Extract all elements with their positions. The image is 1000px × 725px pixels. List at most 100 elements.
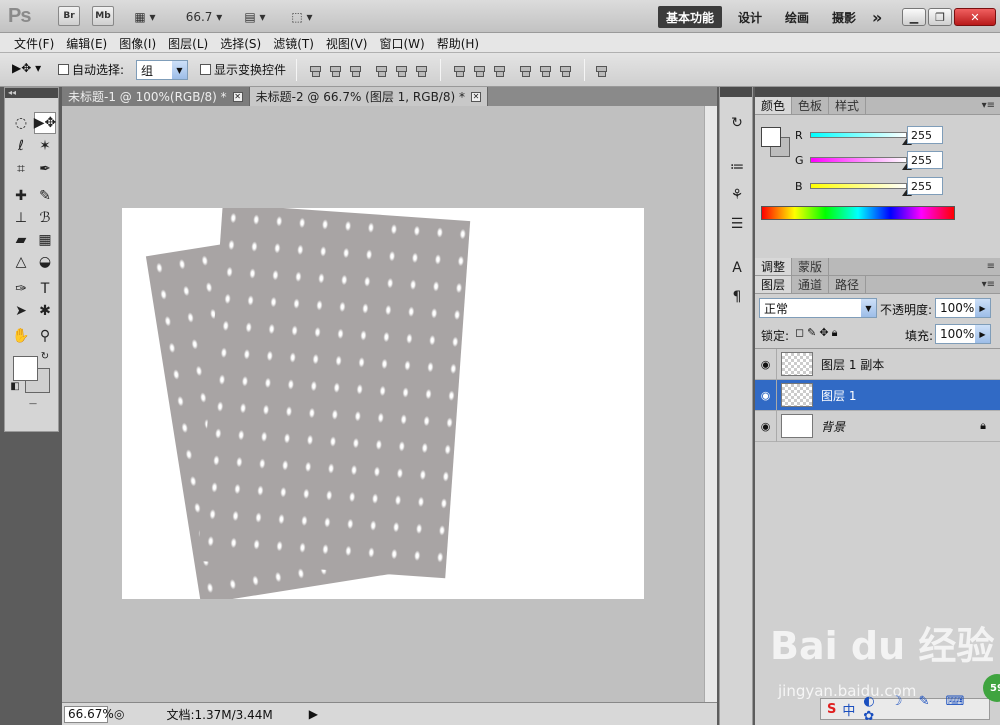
distribute-vcenter-icon[interactable]	[472, 63, 486, 77]
menu-edit[interactable]: 编辑(E)	[62, 33, 115, 52]
pen-tool-icon[interactable]: ✑	[10, 278, 32, 300]
restore-button[interactable]: ❐	[928, 8, 952, 26]
menu-image[interactable]: 图像(I)	[115, 33, 164, 52]
tab-channels[interactable]: 通道	[792, 276, 830, 293]
eye-icon[interactable]: ◉	[755, 348, 777, 380]
tab-document-2[interactable]: 未标题-2 @ 66.7% (图层 1, RGB/8) * ✕	[249, 87, 488, 106]
quick-mask-icon[interactable]: —	[22, 399, 44, 408]
distribute-right-icon[interactable]	[558, 63, 572, 77]
path-selection-tool-icon[interactable]: ➤	[10, 300, 32, 322]
close-icon[interactable]: ✕	[232, 91, 243, 102]
brush-presets-icon[interactable]: ≔	[727, 157, 747, 177]
canvas-area[interactable]	[62, 106, 704, 702]
bridge-button[interactable]: Br	[58, 6, 80, 26]
status-info-icon[interactable]: ◎	[114, 707, 124, 721]
eye-icon[interactable]: ◉	[755, 379, 777, 411]
eye-icon[interactable]: ◉	[755, 410, 777, 442]
workspace-design[interactable]: 设计	[738, 6, 762, 28]
g-value[interactable]: 255	[907, 151, 943, 169]
blend-mode-dropdown[interactable]: 正常 ▼	[759, 298, 877, 318]
distribute-hcenter-icon[interactable]	[538, 63, 552, 77]
default-colors-icon[interactable]: ◧	[9, 380, 21, 392]
opacity-field[interactable]: 100% ▶	[935, 298, 991, 318]
brush-tool-icon[interactable]: ✎	[34, 185, 56, 207]
minimize-button[interactable]: ▁	[902, 8, 926, 26]
menu-window[interactable]: 窗口(W)	[375, 33, 432, 52]
eraser-tool-icon[interactable]: ▰	[10, 229, 32, 251]
auto-align-button[interactable]	[594, 63, 608, 77]
character-panel-icon[interactable]: A	[727, 258, 747, 278]
zoom-level-field[interactable]: 66.67%	[64, 705, 114, 723]
close-button[interactable]: ✕	[954, 8, 996, 26]
vertical-scrollbar[interactable]	[704, 106, 717, 702]
status-menu-arrow[interactable]: ▶	[309, 707, 318, 721]
ime-toolbar[interactable]: S 中 ◐ ☽ ✎ ⌨ ✿	[820, 694, 990, 724]
r-value[interactable]: 255	[907, 126, 943, 144]
workspace-painting[interactable]: 绘画	[785, 6, 809, 28]
menu-file[interactable]: 文件(F)	[10, 33, 62, 52]
distribute-left-icon[interactable]	[518, 63, 532, 77]
tab-masks[interactable]: 蒙版	[792, 258, 830, 275]
align-vcenter-icon[interactable]	[328, 63, 342, 77]
icon-strip-header[interactable]	[720, 87, 752, 97]
menu-help[interactable]: 帮助(H)	[433, 33, 487, 52]
foreground-color-swatch[interactable]	[13, 356, 38, 381]
tab-color[interactable]: 颜色	[755, 97, 793, 114]
history-brush-tool-icon[interactable]: ℬ	[34, 207, 56, 229]
zoom-dropdown[interactable]: 66.7 ▾	[184, 6, 224, 28]
workspace-essentials[interactable]: 基本功能	[658, 6, 723, 28]
g-track[interactable]	[810, 157, 907, 163]
clone-source-icon[interactable]: ⚘	[727, 185, 747, 205]
tab-adjustments[interactable]: 调整	[755, 258, 793, 275]
align-hcenter-icon[interactable]	[394, 63, 408, 77]
tool-presets-icon[interactable]: ☰	[727, 214, 747, 234]
document-canvas[interactable]	[122, 208, 644, 599]
r-track[interactable]	[810, 132, 907, 138]
hand-tool-icon[interactable]: ✋	[10, 325, 32, 347]
panel-menu-icon[interactable]: ≡	[987, 261, 995, 272]
fill-field[interactable]: 100% ▶	[935, 324, 991, 344]
menu-layer[interactable]: 图层(L)	[164, 33, 216, 52]
marquee-tool-icon[interactable]: ◌	[10, 112, 32, 134]
align-right-icon[interactable]	[414, 63, 428, 77]
crop-tool-icon[interactable]: ⌗	[10, 158, 32, 180]
align-left-icon[interactable]	[374, 63, 388, 77]
layer-row[interactable]: ◉ 背景 🔒︎	[755, 410, 1000, 442]
tool-preset-picker[interactable]: ▶✥ ▾	[12, 61, 41, 75]
menu-select[interactable]: 选择(S)	[216, 33, 269, 52]
eyedropper-tool-icon[interactable]: ✒	[34, 158, 56, 180]
panel-menu-icon[interactable]: ▾≡	[982, 279, 995, 290]
dodge-tool-icon[interactable]: ◒	[34, 251, 56, 273]
auto-select-checkbox[interactable]: 自动选择:	[58, 61, 124, 78]
g-slider[interactable]: G 255	[755, 150, 1000, 170]
lasso-tool-icon[interactable]: ℓ	[10, 135, 32, 157]
healing-brush-tool-icon[interactable]: ✚	[10, 185, 32, 207]
panels-header[interactable]	[755, 87, 1000, 97]
menu-view[interactable]: 视图(V)	[322, 33, 376, 52]
layer-row[interactable]: ◉ 图层 1	[755, 379, 1000, 411]
tab-paths[interactable]: 路径	[829, 276, 867, 293]
gradient-tool-icon[interactable]: ▦	[34, 229, 56, 251]
swap-colors-icon[interactable]: ↻	[39, 350, 51, 362]
b-track[interactable]	[810, 183, 907, 189]
zoom-tool-icon[interactable]: ⚲	[34, 325, 56, 347]
tab-styles[interactable]: 样式	[829, 97, 867, 114]
clone-stamp-tool-icon[interactable]: ⊥	[10, 207, 32, 229]
move-tool-icon[interactable]: ▶✥	[34, 112, 56, 134]
tab-document-1[interactable]: 未标题-1 @ 100%(RGB/8) * ✕	[62, 87, 250, 106]
auto-select-dropdown[interactable]: 组 ▼	[136, 60, 188, 80]
distribute-top-icon[interactable]	[452, 63, 466, 77]
menu-filter[interactable]: 滤镜(T)	[269, 33, 322, 52]
magic-wand-tool-icon[interactable]: ✶	[34, 135, 56, 157]
tools-panel-header[interactable]: ◂◂	[5, 88, 58, 98]
history-panel-icon[interactable]: ↻	[727, 113, 747, 133]
show-transform-checkbox[interactable]: 显示变换控件	[200, 61, 286, 78]
b-slider[interactable]: B 255	[755, 176, 1000, 196]
b-value[interactable]: 255	[907, 177, 943, 195]
r-slider[interactable]: R 255	[755, 125, 1000, 145]
panel-menu-icon[interactable]: ▾≡	[982, 100, 995, 111]
align-top-icon[interactable]	[308, 63, 322, 77]
screen-mode-button[interactable]: ⬚ ▾	[284, 6, 320, 28]
distribute-bottom-icon[interactable]	[492, 63, 506, 77]
type-tool-icon[interactable]: T	[34, 278, 56, 300]
